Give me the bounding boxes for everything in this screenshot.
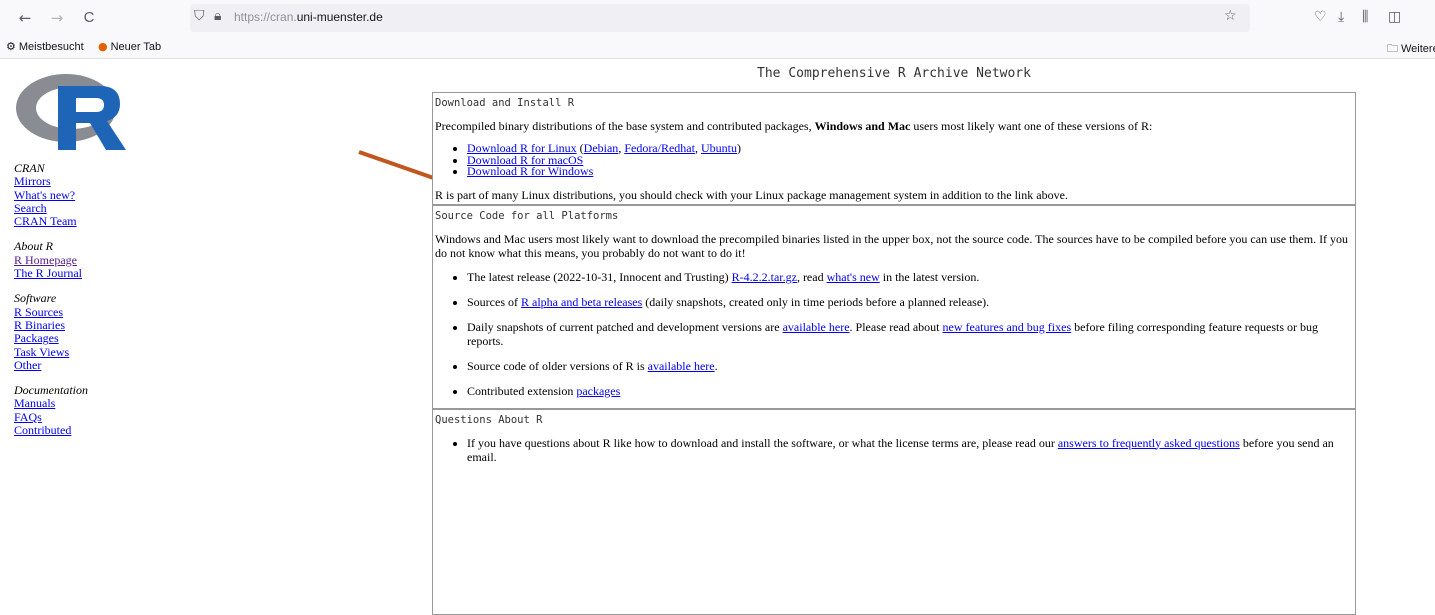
main-content: The Comprehensive R Archive Network Down… (432, 62, 1356, 615)
download-list: Download R for Linux (Debian, Fedora/Red… (435, 141, 1355, 178)
source-list: The latest release (2022-10-31, Innocent… (435, 270, 1355, 398)
sidebar-group-cran: CRAN Mirrors What's new? Search CRAN Tea… (14, 161, 134, 228)
bookmark-label: Neuer Tab (110, 41, 162, 53)
box-heading: Download and Install R (435, 97, 575, 109)
ubuntu-link[interactable]: Ubuntu (701, 141, 737, 155)
folder-icon: 🗀 (1387, 42, 1398, 55)
sidebar-group-about: About R R Homepage The R Journal (14, 240, 134, 280)
older-versions-link[interactable]: available here (648, 359, 715, 373)
sidebar-link-search[interactable]: Search (14, 201, 134, 215)
intro-bold: Windows and Mac (814, 119, 911, 133)
list-item: Download R for Linux (Debian, Fedora/Red… (467, 141, 1355, 155)
sidebar-link-faqs[interactable]: FAQs (14, 410, 134, 424)
item-text: , read (796, 269, 827, 284)
pocket-icon[interactable]: ♡ (1314, 9, 1327, 25)
sidebar-heading: CRAN (14, 161, 45, 175)
forward-arrow-icon[interactable]: → (46, 7, 68, 29)
sidebar-link-whats-new[interactable]: What's new? (14, 188, 134, 202)
item-text: Contributed extension (467, 383, 577, 398)
lock-icon[interactable]: 🔒︎ (214, 8, 221, 24)
bookmark-meistbesucht[interactable]: ⚙ Meistbesucht (6, 40, 84, 53)
item-text: The latest release (2022-10-31, Innocent… (467, 269, 732, 284)
faq-link[interactable]: answers to frequently asked questions (1058, 436, 1240, 450)
browser-toolbar: ← → C ⛉ 🔒︎ https://cran.uni-muenster.de … (0, 0, 1435, 36)
list-item: If you have questions about R like how t… (467, 436, 1355, 464)
item-text: Source code of older versions of R is (467, 358, 648, 373)
fedora-link[interactable]: Fedora/Redhat (624, 141, 695, 155)
other-bookmarks[interactable]: 🗀 Weitere (1387, 40, 1435, 59)
sidebar-heading: About R (14, 239, 53, 254)
download-intro: Precompiled binary distributions of the … (435, 119, 1355, 133)
sidebar: CRAN Mirrors What's new? Search CRAN Tea… (14, 68, 134, 437)
whats-new-link[interactable]: what's new (827, 270, 880, 284)
latest-release-link[interactable]: R-4.2.2.tar.gz (732, 270, 797, 284)
item-text: (daily snapshots, created only in time p… (642, 294, 990, 309)
packages-link[interactable]: packages (576, 384, 620, 398)
box-heading: Source Code for all Platforms (435, 209, 619, 222)
sidebar-link-r-journal[interactable]: The R Journal (14, 266, 134, 280)
download-windows-link[interactable]: Download R for Windows (467, 164, 593, 178)
download-icon[interactable]: ⤓ (1338, 9, 1344, 25)
sidebar-link-r-sources[interactable]: R Sources (14, 305, 134, 319)
item-text: Daily snapshots of current patched and d… (467, 319, 783, 334)
back-arrow-icon[interactable]: ← (14, 7, 36, 29)
bookmarks-bar: ⚙ Meistbesucht ● Neuer Tab 🗀 Weitere (0, 36, 1435, 59)
sidebar-link-task-views[interactable]: Task Views (14, 345, 134, 359)
item-text: . (714, 358, 718, 373)
new-features-link[interactable]: new features and bug fixes (943, 320, 1072, 334)
item-text: in the latest version. (879, 269, 980, 284)
list-item: Daily snapshots of current patched and d… (467, 320, 1355, 348)
sidebar-heading: Software (14, 291, 57, 306)
gear-icon: ⚙ (6, 40, 16, 53)
sidebar-link-cran-team[interactable]: CRAN Team (14, 214, 134, 228)
url-text[interactable]: https://cran.uni-muenster.de (234, 10, 383, 24)
list-item: The latest release (2022-10-31, Innocent… (467, 270, 1355, 284)
item-text: . Please read about (849, 319, 943, 334)
r-logo[interactable] (14, 68, 132, 154)
url-bar[interactable]: ⛉ 🔒︎ https://cran.uni-muenster.de ☆ (190, 4, 1250, 32)
list-item: Sources of R alpha and beta releases (da… (467, 295, 1355, 309)
list-item: Source code of older versions of R is av… (467, 359, 1355, 373)
sidebar-link-mirrors[interactable]: Mirrors (14, 174, 134, 188)
list-item: Download R for macOS (467, 154, 1355, 167)
shield-icon[interactable]: ⛉ (194, 8, 205, 24)
bookmark-neuer-tab[interactable]: ● Neuer Tab (98, 40, 161, 53)
item-text: Sources of (467, 294, 521, 309)
sidebar-link-r-homepage[interactable]: R Homepage (14, 253, 134, 267)
sidebar-heading: Documentation (14, 383, 88, 398)
list-item: Download R for Windows (467, 164, 1355, 178)
intro-text: users most likely want one of these vers… (910, 119, 1153, 133)
sidebar-link-packages[interactable]: Packages (14, 331, 134, 345)
sidebar-toggle-icon[interactable]: ◫ (1388, 9, 1401, 25)
library-icon[interactable]: ⫼ (1362, 9, 1368, 25)
firefox-icon: ● (98, 40, 108, 53)
box-heading: Questions About R (435, 413, 543, 426)
sidebar-link-r-binaries[interactable]: R Binaries (14, 318, 134, 332)
debian-link[interactable]: Debian (584, 141, 619, 155)
bookmark-star-icon[interactable]: ☆ (1224, 8, 1237, 24)
sidebar-group-software: Software R Sources R Binaries Packages T… (14, 292, 134, 372)
download-note: R is part of many Linux distributions, y… (435, 187, 1068, 202)
sidebar-group-documentation: Documentation Manuals FAQs Contributed (14, 383, 134, 437)
reload-icon[interactable]: C (78, 7, 100, 29)
questions-list: If you have questions about R like how t… (435, 436, 1355, 464)
alpha-beta-link[interactable]: R alpha and beta releases (521, 295, 642, 309)
page-title: The Comprehensive R Archive Network (757, 66, 1031, 81)
source-intro: Windows and Mac users most likely want t… (435, 231, 1349, 260)
item-text: If you have questions about R like how t… (467, 435, 1058, 450)
download-install-box: Download and Install R Precompiled binar… (432, 92, 1356, 205)
intro-text: Precompiled binary distributions of the … (435, 119, 815, 133)
sidebar-link-manuals[interactable]: Manuals (14, 397, 134, 411)
bookmark-label: Meistbesucht (18, 41, 84, 53)
other-bookmarks-label: Weitere (1401, 43, 1435, 55)
sidebar-link-other[interactable]: Other (14, 358, 134, 372)
sidebar-link-contributed[interactable]: Contributed (14, 423, 134, 437)
url-prefix: https://cran. (234, 10, 297, 24)
source-code-box: Source Code for all Platforms Windows an… (432, 204, 1356, 409)
daily-snapshots-link[interactable]: available here (783, 320, 850, 334)
url-domain: uni-muenster.de (296, 10, 383, 24)
list-item: Contributed extension packages (467, 384, 1355, 398)
